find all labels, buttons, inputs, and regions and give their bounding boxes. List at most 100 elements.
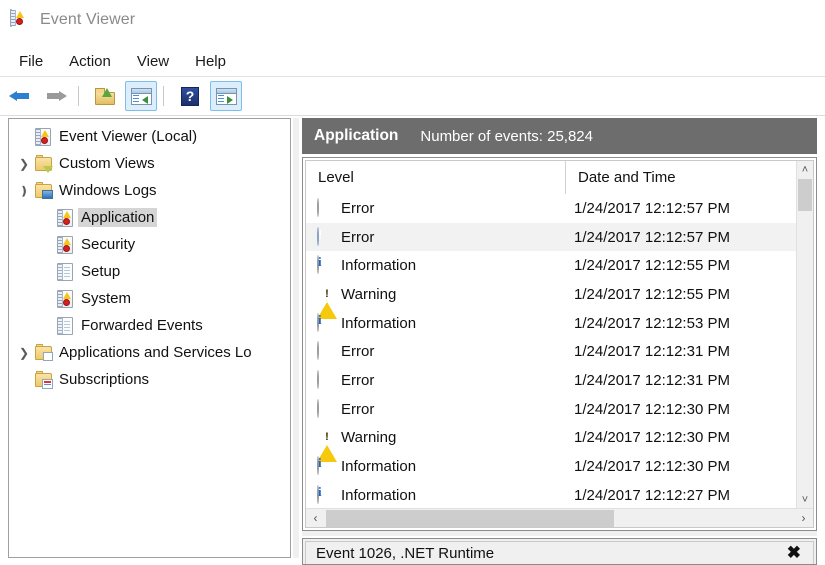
event-detail-title: Event 1026, .NET Runtime [316, 544, 495, 562]
show-hide-action-pane-button[interactable] [210, 81, 242, 111]
event-detail-inner: Event 1026, .NET Runtime ✖ [305, 541, 814, 564]
table-row[interactable]: Error 1/24/2017 12:12:57 PM [306, 194, 796, 223]
scroll-right-icon[interactable]: › [794, 511, 813, 525]
row-datetime-cell: 1/24/2017 12:12:27 PM [574, 486, 730, 504]
listview-vertical-scrollbar[interactable]: ˄ ˅ [796, 161, 813, 508]
table-row[interactable]: Information 1/24/2017 12:12:27 PM [306, 481, 796, 508]
table-row[interactable]: Error 1/24/2017 12:12:31 PM [306, 337, 796, 366]
chevron-right-icon[interactable]: ❯ [15, 155, 33, 173]
log-lined-icon [55, 316, 75, 335]
event-listview: Level Date and Time Error 1/24/2017 12:1… [302, 157, 817, 531]
vertical-splitter[interactable] [293, 118, 299, 558]
tree-item-security[interactable]: Security [9, 231, 290, 258]
log-book-icon [55, 235, 75, 254]
tree-item-windows-logs[interactable]: ❫ Windows Logs [9, 177, 290, 204]
console-tree: Event Viewer (Local) ❯ Custom Views ❫ Wi… [9, 119, 290, 393]
row-datetime-cell: 1/24/2017 12:12:57 PM [574, 199, 730, 217]
event-detail-pane: Event 1026, .NET Runtime ✖ [302, 538, 817, 565]
log-book-icon [55, 289, 75, 308]
tree-item-application[interactable]: Application [9, 204, 290, 231]
forward-arrow-icon [45, 88, 67, 104]
row-level-label: Information [341, 486, 417, 504]
help-button[interactable]: ? [174, 81, 206, 111]
listview-header-row: Level Date and Time [306, 161, 813, 195]
error-icon [317, 369, 336, 390]
row-datetime-cell: 1/24/2017 12:12:55 PM [574, 257, 730, 275]
table-row[interactable]: Warning 1/24/2017 12:12:55 PM [306, 280, 796, 319]
table-row[interactable]: Warning 1/24/2017 12:12:30 PM [306, 424, 796, 463]
table-row[interactable]: Information 1/24/2017 12:12:30 PM [306, 452, 796, 481]
event-viewer-log-icon [10, 9, 30, 30]
tree-item-applications-and-services-logs[interactable]: ❯ Applications and Services Lo [9, 339, 290, 366]
forward-button[interactable] [40, 81, 72, 111]
information-icon [317, 456, 336, 476]
row-level-cell: Error [317, 341, 566, 361]
tree-item-subscriptions[interactable]: Subscriptions [9, 366, 290, 393]
event-listview-inner: Level Date and Time Error 1/24/2017 12:1… [305, 160, 814, 528]
tree-item-label: Windows Logs [59, 182, 157, 199]
menu-item-file[interactable]: File [8, 50, 54, 73]
row-level-label: Error [341, 343, 375, 361]
error-icon [317, 398, 336, 419]
show-hide-console-tree-button[interactable] [125, 81, 157, 111]
error-icon [317, 341, 336, 361]
table-row[interactable]: Information 1/24/2017 12:12:55 PM [306, 251, 796, 280]
horizontal-splitter[interactable] [302, 531, 817, 536]
close-icon[interactable]: ✖ [787, 544, 801, 561]
scroll-left-icon[interactable]: ‹ [306, 511, 325, 525]
row-level-cell: Information [317, 312, 566, 333]
tree-item-forwarded-events[interactable]: Forwarded Events [9, 312, 290, 339]
table-row[interactable]: Information 1/24/2017 12:12:53 PM [306, 309, 796, 338]
row-datetime-cell: 1/24/2017 12:12:53 PM [574, 314, 730, 332]
table-row[interactable]: Error 1/24/2017 12:12:31 PM [306, 366, 796, 395]
log-book-icon [55, 208, 75, 227]
row-level-label: Information [341, 257, 417, 275]
menu-item-view[interactable]: View [126, 50, 180, 73]
list-pane-header: Application Number of events: 25,824 [302, 118, 817, 154]
scroll-down-icon[interactable]: ˅ [797, 491, 813, 508]
menu-item-help[interactable]: Help [184, 50, 237, 73]
row-level-cell: Error [317, 369, 566, 390]
tree-item-custom-views[interactable]: ❯ Custom Views [9, 150, 290, 177]
twisty-placeholder [15, 371, 33, 389]
tree-item-label: System [81, 290, 132, 307]
table-row[interactable]: Error 1/24/2017 12:12:30 PM [306, 395, 796, 424]
tree-item-label: Custom Views [59, 155, 155, 172]
information-icon [317, 255, 336, 275]
row-level-cell: Warning [317, 428, 566, 463]
vertical-scroll-thumb[interactable] [798, 179, 812, 211]
tree-item-system[interactable]: System [9, 285, 290, 312]
row-level-cell: Error [317, 197, 566, 218]
horizontal-scroll-thumb[interactable] [326, 509, 614, 527]
tree-item-setup[interactable]: Setup [9, 258, 290, 285]
back-button[interactable] [4, 81, 36, 111]
row-level-label: Information [341, 314, 417, 332]
tree-item-event-viewer-local[interactable]: Event Viewer (Local) [9, 123, 290, 150]
listview-horizontal-scrollbar[interactable]: ‹ › [306, 508, 813, 527]
row-level-label: Error [341, 400, 375, 418]
column-header-date-and-time[interactable]: Date and Time [566, 161, 813, 194]
error-icon [317, 197, 336, 218]
scroll-up-icon[interactable]: ˄ [797, 161, 813, 178]
row-datetime-cell: 1/24/2017 12:12:30 PM [574, 400, 730, 418]
chevron-right-icon[interactable]: ❯ [15, 344, 33, 362]
event-viewer-window: Event Viewer File Action View Help ? Eve… [0, 0, 825, 565]
row-level-label: Error [341, 199, 375, 217]
log-lined-icon [55, 262, 75, 281]
tree-item-label: Security [81, 236, 136, 253]
open-saved-log-button[interactable] [89, 81, 121, 111]
menu-item-action[interactable]: Action [58, 50, 122, 73]
toolbar-separator-1 [78, 86, 79, 106]
row-datetime-cell: 1/24/2017 12:12:30 PM [574, 429, 730, 447]
table-row[interactable]: Error 1/24/2017 12:12:57 PM [306, 222, 796, 252]
row-datetime-cell: 1/24/2017 12:12:31 PM [574, 343, 730, 361]
event-count-label: Number of events: 25,824 [420, 127, 593, 145]
column-header-level[interactable]: Level [306, 161, 566, 194]
console-tree-pane: Event Viewer (Local) ❯ Custom Views ❫ Wi… [8, 118, 291, 558]
row-level-label: Error [341, 371, 375, 389]
menu-bar: File Action View Help [0, 46, 825, 77]
row-datetime-cell: 1/24/2017 12:12:31 PM [574, 371, 730, 389]
chevron-down-icon[interactable]: ❫ [15, 182, 33, 200]
row-datetime-cell: 1/24/2017 12:12:57 PM [574, 228, 730, 246]
row-level-cell: Information [317, 255, 566, 275]
